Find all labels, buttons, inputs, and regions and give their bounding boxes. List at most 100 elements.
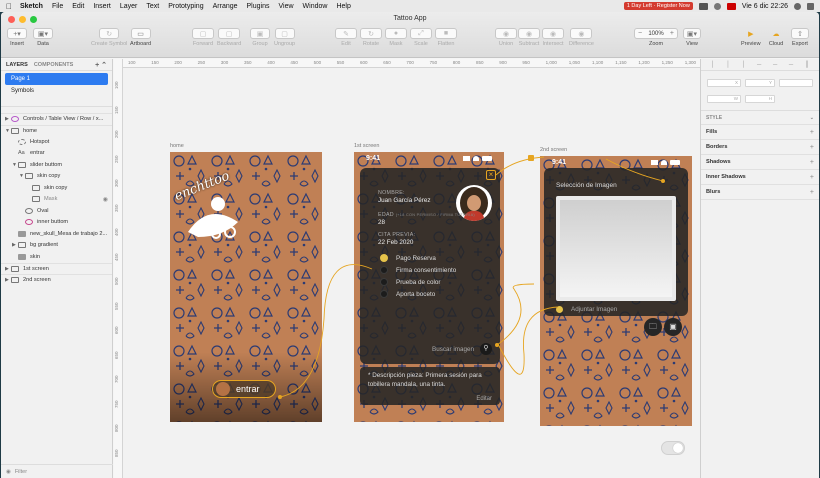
layer-row[interactable]: ▶ bg gradient — [1, 240, 112, 252]
union-button[interactable]: ◉ Union — [495, 28, 517, 47]
trial-badge[interactable]: 1 Day Left · Register Now — [623, 2, 693, 10]
layer-row[interactable]: ▼ home — [1, 124, 112, 137]
mask-icon: ● — [385, 28, 407, 39]
hidden-eye-icon[interactable]: ◉ — [103, 196, 108, 203]
flag-icon[interactable] — [726, 2, 736, 10]
layer-label: entrar — [30, 150, 45, 157]
menu-edit[interactable]: Edit — [72, 3, 84, 10]
edit-button[interactable]: ✎ Edit — [335, 28, 357, 47]
menu-view[interactable]: View — [278, 3, 293, 10]
align-top-icon[interactable]: ─ — [757, 62, 761, 68]
layer-row[interactable]: Oval — [1, 205, 112, 217]
menu-insert[interactable]: Insert — [93, 3, 111, 10]
subtract-button[interactable]: ◉ Subtract — [518, 28, 540, 47]
add-shadow-icon[interactable]: + — [810, 159, 814, 166]
add-page-icon[interactable]: + ⌃ — [95, 61, 107, 69]
apple-icon[interactable]:  — [6, 2, 12, 11]
zoom-in-icon[interactable]: + — [670, 30, 674, 37]
insert-button[interactable]: +▾ Insert — [7, 28, 27, 47]
menu-text[interactable]: Text — [146, 3, 159, 10]
layer-row[interactable]: new_skull_Mesa de trabajo 2... — [1, 228, 112, 240]
borders-section[interactable]: Borders + — [701, 140, 819, 155]
wifi-icon[interactable] — [713, 2, 721, 10]
layer-row[interactable]: ▶ Controls / Table View / Row / x... — [1, 113, 112, 125]
filter-input[interactable]: Filter — [15, 469, 27, 475]
group-button[interactable]: ▣ Group — [250, 28, 270, 47]
add-inner-shadow-icon[interactable]: + — [810, 174, 814, 181]
control-center-icon[interactable] — [807, 2, 814, 10]
fills-section[interactable]: Fills + — [701, 125, 819, 140]
search-icon[interactable] — [794, 2, 801, 10]
menubar-clock[interactable]: Vie 6 dic 22:26 — [742, 3, 788, 10]
canvas-toggle[interactable] — [661, 441, 685, 455]
style-section-header[interactable]: STYLE ⌄ — [701, 111, 819, 125]
layer-row[interactable]: skin copy — [1, 182, 112, 194]
export-icon: ⇧ — [791, 28, 809, 39]
align-bottom-icon[interactable]: ─ — [789, 62, 793, 68]
inner-shadows-section[interactable]: Inner Shadows + — [701, 170, 819, 185]
layer-row[interactable]: ▼ slider buttom — [1, 159, 112, 171]
menu-app-sketch[interactable]: Sketch — [20, 3, 43, 10]
menu-help[interactable]: Help — [336, 3, 350, 10]
tab-layers[interactable]: LAYERS — [6, 62, 28, 68]
create-symbol-button[interactable]: ↻ Create Symbol — [91, 28, 127, 47]
layer-row[interactable]: skin — [1, 251, 112, 263]
layer-label: Controls / Table View / Row / x... — [23, 116, 104, 123]
battery-icon[interactable] — [698, 2, 708, 10]
artboard-button[interactable]: ▭ Artboard — [130, 28, 151, 47]
export-button[interactable]: ⇧ Export — [791, 28, 809, 47]
page-item-page-1[interactable]: Page 1 — [5, 73, 108, 85]
height-field[interactable]: H — [745, 95, 775, 103]
artboard-layer-icon — [11, 265, 19, 272]
intersect-button[interactable]: ◉ Intersect — [542, 28, 564, 47]
width-field[interactable]: W — [707, 95, 741, 103]
forward-button[interactable]: ▢ Forward — [192, 28, 214, 47]
layer-row[interactable]: inner buttom — [1, 217, 112, 229]
page-item-symbols[interactable]: Symbols — [5, 85, 108, 97]
view-button[interactable]: ▣▾ View — [683, 28, 701, 47]
menu-layer[interactable]: Layer — [120, 3, 138, 10]
union-icon: ◉ — [495, 28, 517, 39]
distribute-icon[interactable]: ║ — [805, 62, 809, 68]
backward-button[interactable]: ▢ Backward — [217, 28, 241, 47]
layer-row[interactable]: Hotspot — [1, 136, 112, 148]
rotate-button[interactable]: ↻ Rotate — [360, 28, 382, 47]
align-middle-icon[interactable]: ─ — [773, 62, 777, 68]
y-field[interactable]: Y — [745, 79, 775, 87]
cloud-button[interactable]: ☁ Cloud — [767, 28, 785, 48]
tab-components[interactable]: COMPONENTS — [34, 62, 73, 68]
flatten-button[interactable]: ■ Flatten — [435, 28, 457, 47]
group-layer-icon — [32, 184, 40, 191]
menu-window[interactable]: Window — [303, 3, 328, 10]
layer-row[interactable]: Mask ◉ — [1, 194, 112, 206]
align-left-icon[interactable]: │ — [711, 62, 715, 68]
align-right-icon[interactable]: │ — [742, 62, 746, 68]
menu-plugins[interactable]: Plugins — [247, 3, 270, 10]
canvas[interactable]: 100 150 200 250 300 350 400 450 500 550 600 650 700 7… — [114, 59, 700, 478]
ungroup-button[interactable]: ▢ Ungroup — [274, 28, 295, 47]
scale-button[interactable]: ⤢ Scale — [410, 28, 432, 47]
layer-row[interactable]: ▼ skin copy — [1, 171, 112, 183]
mask-button[interactable]: ● Mask — [385, 28, 407, 47]
blurs-section[interactable]: Blurs + — [701, 185, 819, 200]
zoom-control[interactable]: − 100% + Zoom — [634, 28, 678, 47]
align-center-icon[interactable]: │ — [726, 62, 730, 68]
menu-arrange[interactable]: Arrange — [213, 3, 238, 10]
x-field[interactable]: X — [707, 79, 741, 87]
layer-row[interactable]: ▶ 2nd screen — [1, 274, 112, 286]
zoom-out-icon[interactable]: − — [638, 30, 642, 37]
filter-bar[interactable]: ◉ Filter — [1, 464, 113, 478]
preview-button[interactable]: ▶ Preview — [741, 28, 761, 48]
add-border-icon[interactable]: + — [810, 144, 814, 151]
layer-row[interactable]: ▶ 1st screen — [1, 262, 112, 275]
shadows-section[interactable]: Shadows + — [701, 155, 819, 170]
data-button[interactable]: ▣▾ Data — [33, 28, 53, 47]
menu-file[interactable]: File — [52, 3, 63, 10]
menu-prototyping[interactable]: Prototyping — [168, 3, 203, 10]
rotation-field[interactable] — [779, 79, 813, 87]
add-fill-icon[interactable]: + — [810, 129, 814, 136]
layer-label: Mask — [44, 196, 58, 203]
add-blur-icon[interactable]: + — [810, 189, 814, 196]
difference-button[interactable]: ◉ Difference — [569, 28, 594, 47]
layer-row[interactable]: Aa entrar — [1, 148, 112, 160]
